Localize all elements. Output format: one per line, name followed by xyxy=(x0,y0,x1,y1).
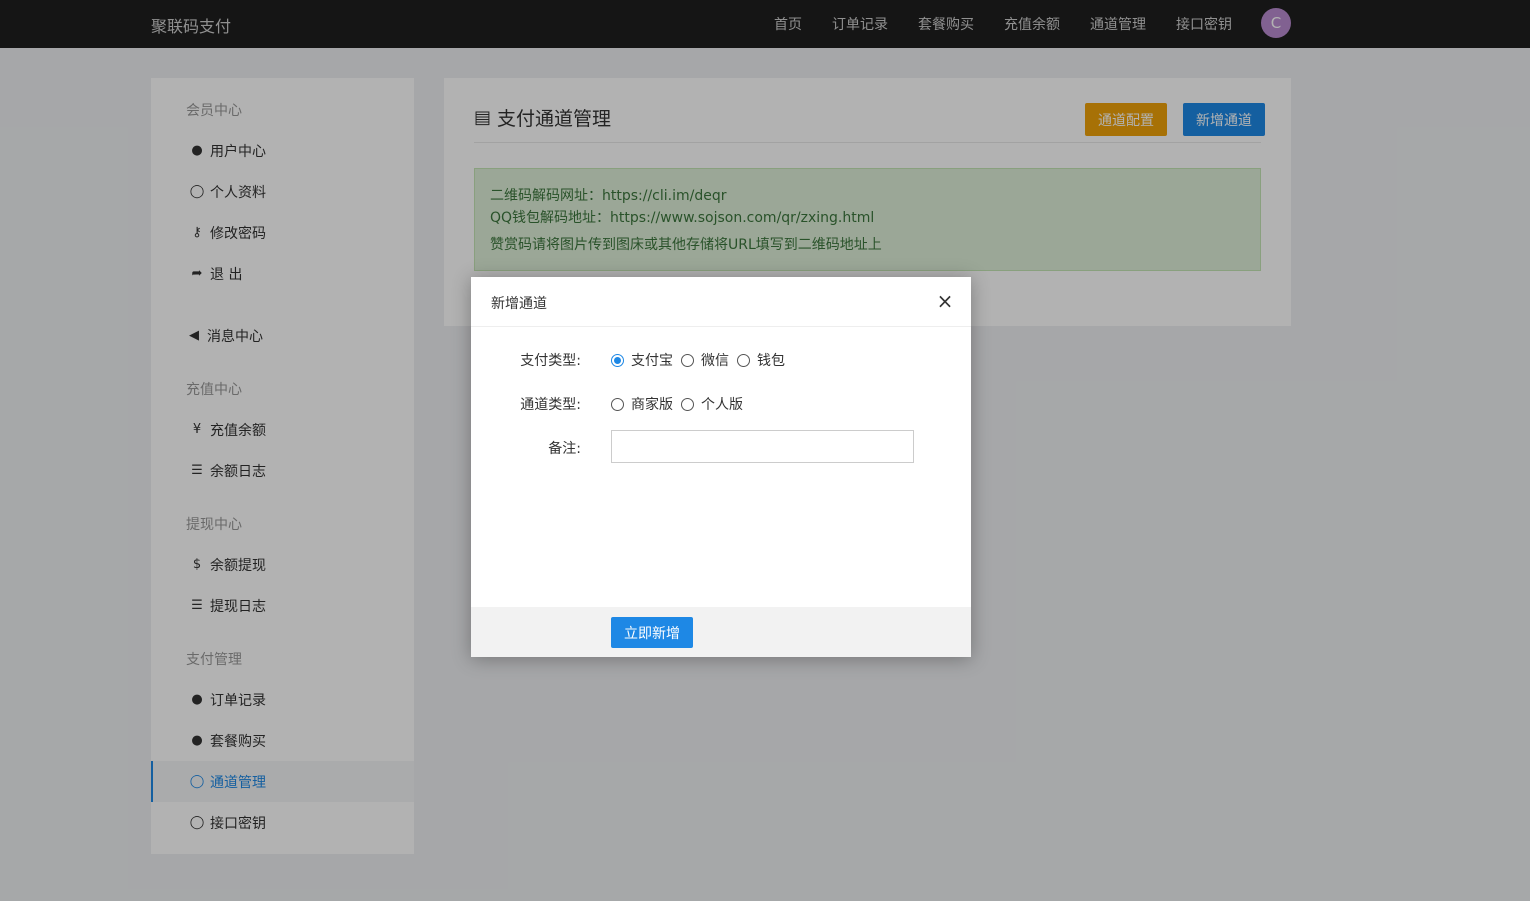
radio-checked-icon xyxy=(611,353,624,367)
radio-label: 个人版 xyxy=(701,397,743,413)
radio-unchecked-icon xyxy=(681,353,694,367)
add-channel-modal: 新增通道 × 支付类型: 支付宝 微信 钱包 通道类型: 商家版 个人版 备注:… xyxy=(471,277,971,657)
pay-type-row: 支付类型: 支付宝 微信 钱包 xyxy=(471,345,971,375)
radio-label: 商家版 xyxy=(631,397,673,413)
channel-type-label: 通道类型: xyxy=(520,397,581,413)
channel-type-radios: 商家版 个人版 xyxy=(611,394,751,414)
radio-wechat[interactable]: 微信 xyxy=(681,350,729,370)
modal-footer: 立即新增 xyxy=(471,607,971,657)
remark-input[interactable] xyxy=(611,430,914,463)
radio-unchecked-icon xyxy=(611,397,624,411)
remark-label: 备注: xyxy=(548,441,581,457)
radio-merchant[interactable]: 商家版 xyxy=(611,394,673,414)
channel-type-row: 通道类型: 商家版 个人版 xyxy=(471,389,971,419)
close-icon[interactable]: × xyxy=(935,289,955,313)
submit-button[interactable]: 立即新增 xyxy=(611,617,693,648)
radio-wallet[interactable]: 钱包 xyxy=(737,350,785,370)
radio-unchecked-icon xyxy=(681,397,694,411)
radio-label: 微信 xyxy=(701,353,729,369)
modal-title: 新增通道 xyxy=(491,296,547,312)
radio-label: 钱包 xyxy=(757,353,785,369)
pay-type-radios: 支付宝 微信 钱包 xyxy=(611,350,793,370)
pay-type-label: 支付类型: xyxy=(520,353,581,369)
modal-header: 新增通道 × xyxy=(471,277,971,327)
radio-label: 支付宝 xyxy=(631,353,673,369)
radio-personal[interactable]: 个人版 xyxy=(681,394,743,414)
radio-alipay[interactable]: 支付宝 xyxy=(611,350,673,370)
radio-unchecked-icon xyxy=(737,353,750,367)
